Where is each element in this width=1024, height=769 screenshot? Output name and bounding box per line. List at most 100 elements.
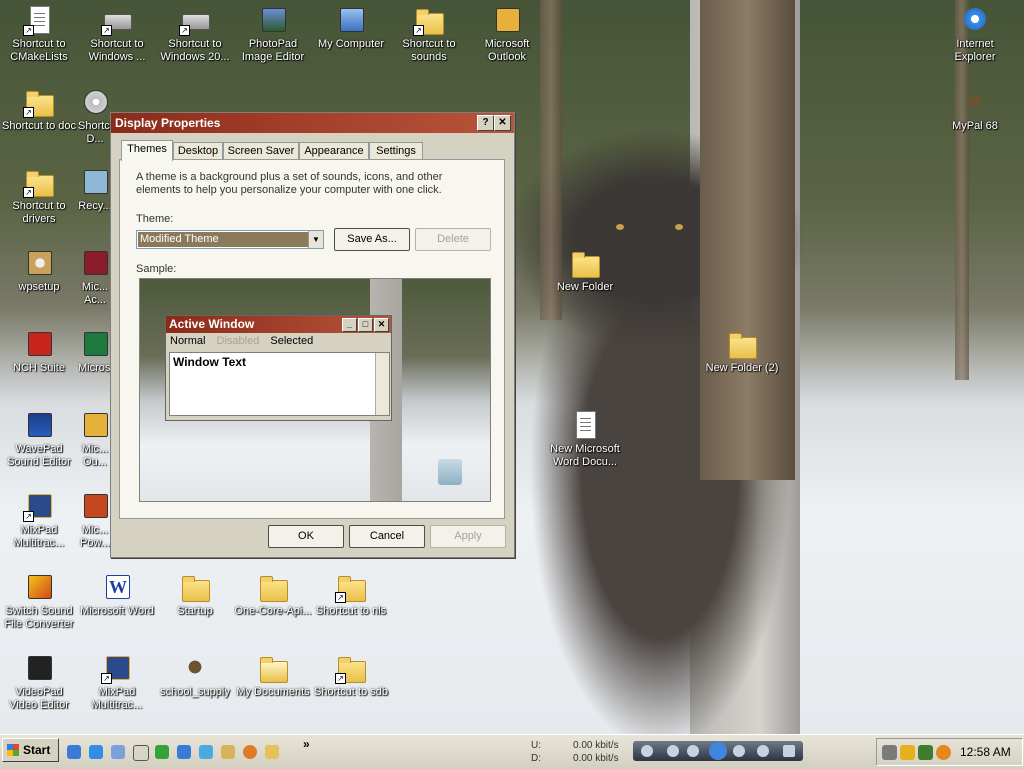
search-icon[interactable] — [936, 745, 951, 760]
download-label: D: — [531, 753, 541, 764]
themes-panel: A theme is a background plus a set of so… — [119, 159, 505, 519]
play-pause-icon[interactable] — [709, 742, 727, 760]
drive-icon: ↗ — [179, 4, 211, 36]
desktop-icon-photopad[interactable]: PhotoPad Image Editor — [234, 4, 312, 64]
display-properties-dialog: Display Properties ? ✕ Themes Desktop Sc… — [110, 112, 515, 558]
desktop-icon-mypal[interactable]: MyPal 68 — [936, 86, 1014, 133]
ie-icon[interactable] — [89, 745, 103, 759]
close-icon: ✕ — [498, 117, 507, 128]
desktop-icon-wpsetup[interactable]: wpsetup — [0, 247, 78, 294]
security-shield-icon[interactable] — [900, 745, 915, 760]
quicklaunch-icon[interactable] — [155, 745, 169, 759]
desktop-icon-one-core-api[interactable]: One-Core-Api... — [234, 571, 312, 618]
play-icon[interactable] — [641, 745, 653, 757]
desktop-icon-mixpad-2[interactable]: ↗ MixPad Multitrac... — [78, 652, 156, 712]
recycle-bin-icon — [438, 459, 462, 485]
outlook-icon — [79, 409, 111, 441]
start-button[interactable]: Start — [2, 738, 59, 762]
desktop-icon-recycle-bin[interactable]: Recy... — [78, 166, 112, 213]
sample-menu-normal: Normal — [170, 335, 206, 347]
desktop-icon-videopad[interactable]: VideoPad Video Editor — [0, 652, 78, 712]
drive-icon: ↗ — [101, 4, 133, 36]
theme-select-value: Modified Theme — [138, 232, 308, 247]
desktop-icon-new-folder-2[interactable]: New Folder (2) — [702, 328, 782, 375]
desktop-icon-outlook[interactable]: Microsoft Outlook — [468, 4, 546, 64]
network-icon[interactable] — [111, 745, 125, 759]
tab-settings[interactable]: Settings — [369, 142, 423, 160]
stop-icon[interactable] — [667, 745, 679, 757]
window-icon[interactable] — [133, 745, 149, 761]
tab-screen-saver[interactable]: Screen Saver — [223, 142, 299, 160]
calculator-icon[interactable] — [882, 745, 897, 760]
wavepad-icon — [23, 409, 55, 441]
dialog-titlebar[interactable]: Display Properties ? ✕ — [111, 113, 514, 133]
chevron-down-icon[interactable]: ▼ — [308, 231, 323, 248]
desktop-icon-outlook-2[interactable]: Mic... Ou... — [78, 409, 112, 469]
upload-label: U: — [531, 740, 541, 751]
next-icon[interactable] — [733, 745, 745, 757]
desktop-icon-doc[interactable]: ↗ Shortcut to doc — [0, 86, 78, 133]
desktop-icon-excel[interactable]: Micros... — [78, 328, 112, 375]
nch-icon — [23, 328, 55, 360]
sample-window-title: Active Window _ □ ✕ — [166, 316, 391, 333]
desktop-icon-windows-shortcut[interactable]: ↗ Shortcut to Windows ... — [78, 4, 156, 64]
messenger-icon[interactable] — [177, 745, 191, 759]
download-rate: 0.00 kbit/s — [573, 753, 619, 764]
desktop-icon-wavepad[interactable]: WavePad Sound Editor — [0, 409, 78, 469]
volume-icon[interactable] — [757, 745, 769, 757]
theme-select[interactable]: Modified Theme ▼ — [136, 230, 324, 249]
folder-icon: ↗ — [335, 652, 367, 684]
firefox-icon[interactable] — [243, 745, 257, 759]
mypal-icon — [959, 86, 991, 118]
desktop-icon-school-supply[interactable]: school_supply — [156, 652, 234, 699]
taskbar: Start » U: D: 0.00 kbit/s 0.00 kbit/s 12… — [0, 734, 1024, 769]
mypal-icon — [179, 652, 211, 684]
desktop-icon-my-documents[interactable]: My Documents — [234, 652, 312, 699]
desktop-icon-cd-shortcut[interactable]: Shortcu... D... — [78, 86, 112, 146]
desktop-icon-word[interactable]: W Microsoft Word — [78, 571, 156, 618]
close-button[interactable]: ✕ — [494, 115, 511, 131]
restore-player-icon[interactable] — [783, 745, 795, 757]
quicklaunch-overflow[interactable]: » — [303, 737, 310, 751]
desktop-icon-windows-2000[interactable]: ↗ Shortcut to Windows 20... — [156, 4, 234, 64]
desktop-icon-powerpoint[interactable]: Mic... Pow... — [78, 490, 112, 550]
tab-appearance[interactable]: Appearance — [299, 142, 369, 160]
sample-text-area: Window Text — [169, 352, 390, 416]
save-as-button[interactable]: Save As... — [334, 228, 410, 251]
tab-themes[interactable]: Themes — [121, 140, 173, 161]
mail-icon[interactable] — [265, 745, 279, 759]
desktop-icon-mixpad[interactable]: ↗ MixPad Multitrac... — [0, 490, 78, 550]
desktop-icon-access[interactable]: Mic... Ac... — [78, 247, 112, 307]
desktop-icon-sdb[interactable]: ↗ Shortcut to sdb — [312, 652, 390, 699]
desktop-icon-switch[interactable]: Switch Sound File Converter — [0, 571, 78, 631]
photopad-icon — [257, 4, 289, 36]
desktop-icon-internet-explorer[interactable]: Internet Explorer — [936, 4, 1014, 64]
desktop-icon-sounds[interactable]: ↗ Shortcut to sounds — [390, 4, 468, 64]
folder-icon: ↗ — [413, 4, 445, 36]
word-icon: W — [101, 571, 133, 603]
network-tray-icon[interactable] — [918, 745, 933, 760]
sample-menu-selected: Selected — [270, 335, 314, 347]
desktop-icon-new-word-doc[interactable]: New Microsoft Word Docu... — [546, 409, 624, 469]
folder-icon[interactable] — [221, 745, 235, 759]
clock[interactable]: 12:58 AM — [960, 745, 1011, 759]
help-button[interactable]: ? — [477, 115, 494, 131]
desktop-icon-startup[interactable]: Startup — [156, 571, 234, 618]
desktop-icon-nls[interactable]: ↗ Shortcut to nls — [312, 571, 390, 618]
show-desktop-icon[interactable] — [67, 745, 81, 759]
desktop-icon-cmakelists[interactable]: ↗ Shortcut to CMakeLists — [0, 4, 78, 64]
word-doc-icon — [569, 409, 601, 441]
media-icon[interactable] — [199, 745, 213, 759]
desktop-icon-my-computer[interactable]: My Computer — [312, 4, 390, 51]
folder-icon: ↗ — [335, 571, 367, 603]
themes-description: A theme is a background plus a set of so… — [136, 171, 443, 196]
desktop-icon-new-folder[interactable]: New Folder — [546, 247, 624, 294]
desktop-icon-nch-suite[interactable]: NCH Suite — [0, 328, 78, 375]
cancel-button[interactable]: Cancel — [349, 525, 425, 548]
previous-icon[interactable] — [687, 745, 699, 757]
desktop-icon-drivers[interactable]: ↗ Shortcut to drivers — [0, 166, 78, 226]
windows-flag-icon — [7, 744, 19, 756]
tab-desktop[interactable]: Desktop — [173, 142, 223, 160]
minimize-icon: _ — [342, 318, 357, 332]
ok-button[interactable]: OK — [268, 525, 344, 548]
